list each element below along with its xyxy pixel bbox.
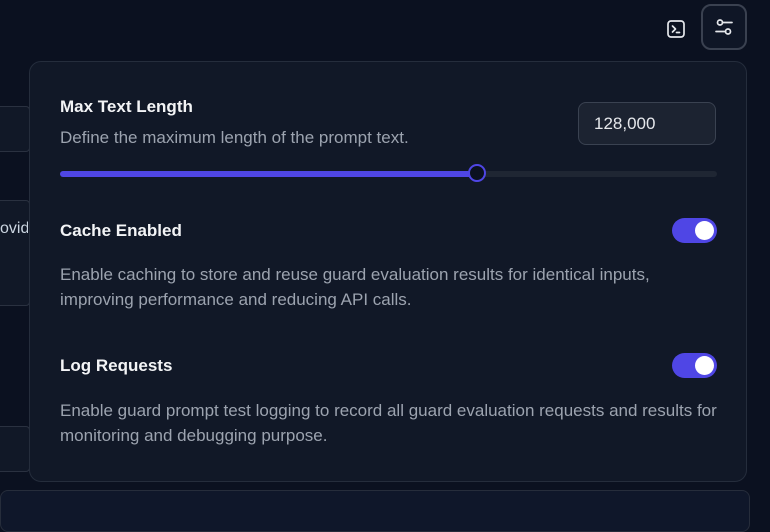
settings-button[interactable] [701, 4, 747, 50]
sliders-icon [715, 19, 733, 35]
settings-popover: Max Text Length Define the maximum lengt… [29, 61, 747, 482]
max-text-length-input[interactable] [578, 102, 716, 145]
toggle-knob [695, 356, 714, 375]
max-text-length-description: Define the maximum length of the prompt … [60, 128, 409, 147]
background-card [0, 490, 750, 532]
background-field-1 [0, 106, 30, 152]
background-partial-text: ovid [0, 220, 28, 237]
cache-enabled-toggle[interactable] [672, 218, 717, 243]
cache-enabled-title: Cache Enabled [60, 221, 182, 240]
background-field-3 [0, 426, 30, 472]
max-text-length-slider[interactable] [60, 164, 717, 182]
cache-enabled-description: Enable caching to store and reuse guard … [60, 265, 650, 309]
log-requests-description: Enable guard prompt test logging to reco… [60, 401, 717, 445]
toggle-knob [695, 221, 714, 240]
slider-fill [60, 171, 478, 177]
background-field-2 [0, 200, 30, 306]
max-text-length-title: Max Text Length [60, 97, 193, 116]
terminal-icon [667, 20, 685, 38]
log-requests-toggle[interactable] [672, 353, 717, 378]
log-requests-title: Log Requests [60, 356, 173, 375]
terminal-button[interactable] [660, 13, 692, 45]
slider-thumb[interactable] [468, 164, 487, 182]
